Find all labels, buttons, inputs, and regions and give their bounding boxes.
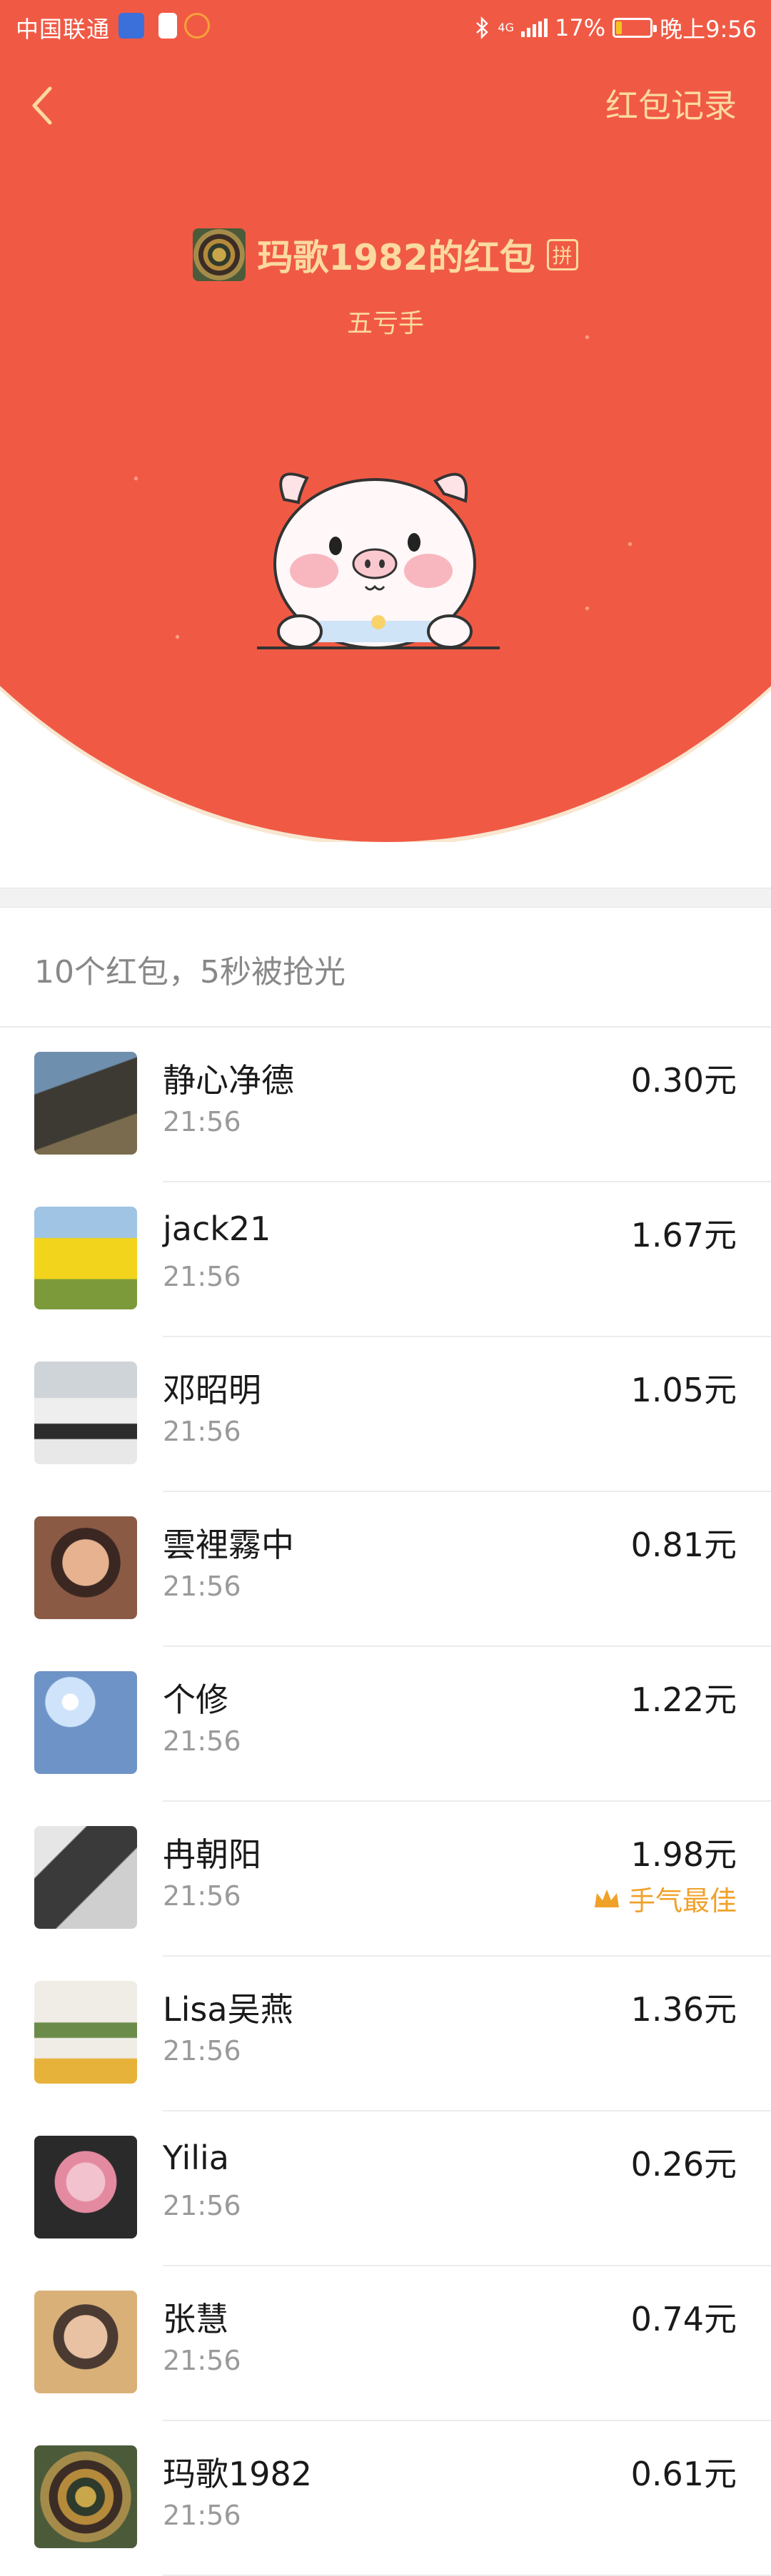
receiver-name: 冉朝阳 (163, 1835, 261, 1874)
receive-time: 21:56 (163, 1261, 241, 1292)
receive-time: 21:56 (163, 2500, 241, 2531)
receiver-avatar[interactable] (34, 2136, 137, 2238)
receive-time: 21:56 (163, 1880, 241, 1912)
pin-badge: 拼 (546, 239, 578, 270)
receiver-avatar[interactable] (34, 2291, 137, 2393)
battery-level (616, 21, 623, 34)
bluetooth-icon (476, 16, 489, 39)
received-amount: 1.36元 (630, 1990, 737, 2029)
carrier-label: 中国联通 (16, 16, 111, 43)
receiver-avatar[interactable] (34, 1516, 137, 1619)
receiver-avatar[interactable] (34, 1981, 137, 2084)
receiver-row[interactable]: Yilia 21:56 0.26元 (0, 2111, 771, 2266)
receive-time: 21:56 (163, 2345, 241, 2376)
receiver-name: 静心净德 (163, 1061, 294, 1100)
receiver-row[interactable]: 张慧 21:56 0.74元 (0, 2266, 771, 2421)
network-type: 4G (498, 21, 514, 34)
notification-app-icon (119, 13, 144, 39)
receiver-name: 个修 (163, 1680, 228, 1719)
sender-name: 玛歌1982的红包 (257, 237, 535, 278)
received-amount: 1.67元 (630, 1216, 737, 1254)
best-luck-badge: 手气最佳 (593, 1879, 737, 1918)
receiver-name: 玛歌1982 (163, 2455, 313, 2493)
receive-time: 21:56 (163, 1571, 241, 1602)
receiver-row[interactable]: jack21 21:56 1.67元 (0, 1182, 771, 1337)
pig-sticker-icon (257, 472, 500, 649)
receiver-name: Yilia (163, 2139, 229, 2177)
receiver-name: jack21 (163, 1210, 271, 1248)
section-divider (0, 888, 771, 908)
receive-time: 21:56 (163, 2035, 241, 2067)
sender-avatar[interactable] (193, 228, 246, 281)
receiver-row[interactable]: 冉朝阳 21:56 1.98元 手气最佳 (0, 1802, 771, 1957)
received-amount: 0.26元 (630, 2145, 737, 2184)
sender-row: 玛歌1982的红包 拼 (0, 228, 771, 281)
notification-alert-icon (158, 13, 177, 39)
receiver-name: Lisa吴燕 (163, 1990, 293, 2029)
battery-icon (613, 18, 657, 38)
receiver-row[interactable]: 雲裡霧中 21:56 0.81元 (0, 1492, 771, 1647)
received-amount: 0.74元 (630, 2300, 737, 2338)
receiver-name: 雲裡霧中 (163, 1526, 294, 1564)
received-amount: 0.61元 (630, 2455, 737, 2493)
receive-time: 21:56 (163, 2190, 241, 2221)
status-right-group: 4G 17% 晚上9:56 (475, 11, 757, 44)
back-arrow-icon[interactable] (27, 84, 63, 127)
receiver-avatar[interactable] (34, 1361, 137, 1464)
received-amount: 1.98元 (630, 1835, 737, 1874)
blessing-message: 五亏手 (346, 309, 424, 338)
crown-icon (594, 1889, 619, 1907)
received-amount: 1.05元 (630, 1371, 737, 1409)
receiver-name: 张慧 (163, 2300, 228, 2338)
red-packet-records-link[interactable]: 红包记录 (605, 80, 737, 127)
best-luck-label: 手气最佳 (628, 1885, 737, 1917)
received-amount: 0.30元 (630, 1061, 737, 1100)
receivers-list: 静心净德 21:56 0.30元 jack21 21:56 1.67元 邓昭明 … (0, 1028, 771, 2576)
receiver-row[interactable]: 玛歌1982 21:56 0.61元 (0, 2421, 771, 2576)
receiver-avatar[interactable] (34, 1207, 137, 1309)
receiver-row[interactable]: 静心净德 21:56 0.30元 (0, 1028, 771, 1182)
receiver-name: 邓昭明 (163, 1371, 261, 1409)
battery-percent: 17% (555, 14, 606, 41)
notification-headset-icon (184, 13, 210, 39)
receiver-avatar[interactable] (34, 1826, 137, 1929)
packet-summary: 10个红包，5秒被抢光 (34, 954, 346, 990)
received-amount: 0.81元 (630, 1526, 737, 1564)
receive-time: 21:56 (163, 1725, 241, 1757)
receiver-row[interactable]: 个修 21:56 1.22元 (0, 1647, 771, 1802)
received-amount: 1.22元 (630, 1680, 737, 1719)
receive-time: 21:56 (163, 1416, 241, 1447)
receive-time: 21:56 (163, 1106, 241, 1137)
receiver-avatar[interactable] (34, 1052, 137, 1155)
receiver-row[interactable]: Lisa吴燕 21:56 1.36元 (0, 1957, 771, 2111)
status-time: 晚上9:56 (660, 16, 757, 43)
receiver-avatar[interactable] (34, 2445, 137, 2548)
signal-icon (521, 19, 548, 37)
receiver-row[interactable]: 邓昭明 21:56 1.05元 (0, 1337, 771, 1492)
receiver-avatar[interactable] (34, 1671, 137, 1774)
status-bar: 中国联通 4G 17% 晚上9:56 (0, 0, 771, 51)
